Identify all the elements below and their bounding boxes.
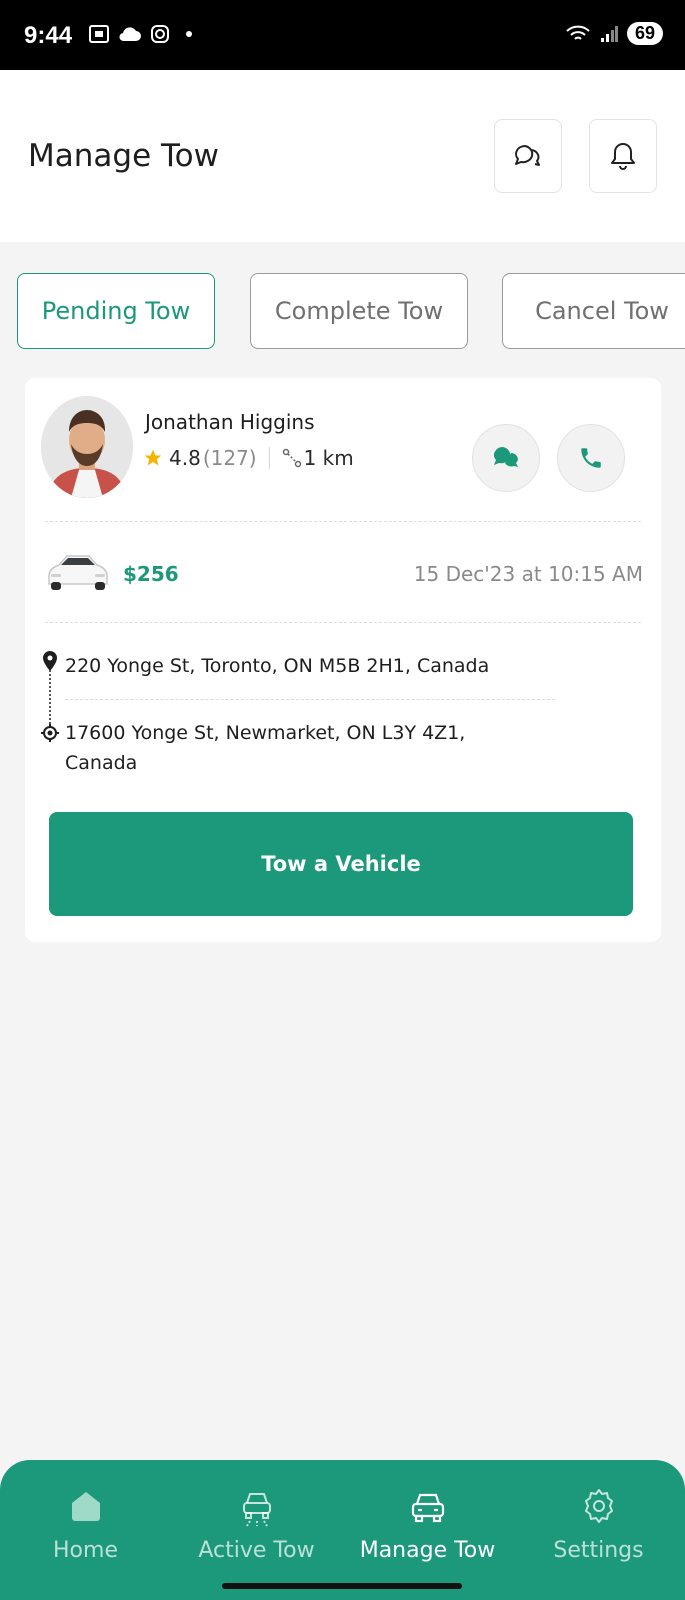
rating-value: 4.8	[169, 446, 201, 470]
divider	[268, 447, 270, 469]
notifications-button[interactable]	[589, 119, 657, 193]
dropoff-address: 17600 Yonge St, Newmarket, ON L3Y 4Z1, C…	[65, 718, 465, 778]
route-icon	[282, 448, 301, 468]
status-time: 9:44	[24, 22, 73, 49]
call-customer-button[interactable]	[557, 424, 625, 492]
dropoff-address-line1: 17600 Yonge St, Newmarket, ON L3Y 4Z1,	[65, 722, 466, 744]
rating-row: 4.8 (127) 1 km	[143, 446, 354, 470]
pickup-address: 220 Yonge St, Toronto, ON M5B 2H1, Canad…	[65, 655, 490, 677]
separator	[45, 521, 641, 522]
battery-indicator: 69	[626, 22, 663, 45]
tab-pending-tow[interactable]: Pending Tow	[17, 273, 215, 349]
notification-dot-icon	[186, 31, 192, 37]
tab-complete-tow[interactable]: Complete Tow	[250, 273, 468, 349]
customer-name: Jonathan Higgins	[145, 410, 315, 434]
car-image	[45, 548, 111, 596]
dropoff-address-line2: Canada	[65, 752, 138, 774]
tow-request-card: Jonathan Higgins 4.8 (127) 1 km $256 15 …	[25, 378, 661, 942]
status-bar: 9:44 69	[0, 0, 685, 70]
home-icon	[71, 1492, 100, 1521]
bottom-navigation: Home Active Tow Manage Tow Settings	[0, 1460, 685, 1600]
status-icons	[88, 24, 192, 44]
cloud-icon	[119, 27, 141, 42]
status-right: 69	[565, 22, 663, 45]
home-indicator[interactable]	[222, 1583, 462, 1589]
signal-icon	[600, 25, 618, 42]
nav-settings[interactable]: Settings	[513, 1484, 684, 1563]
page-title: Manage Tow	[28, 138, 219, 174]
nav-active-tow[interactable]: Active Tow	[171, 1484, 342, 1563]
screenshot-icon	[89, 25, 109, 43]
bell-icon	[611, 143, 635, 170]
route-line	[49, 670, 51, 728]
tow-truck-icon	[242, 1493, 271, 1527]
phone-icon	[581, 448, 601, 468]
message-customer-button[interactable]	[472, 424, 540, 492]
car-icon	[411, 1493, 444, 1523]
instagram-icon	[151, 25, 169, 43]
separator	[45, 622, 641, 623]
nav-manage-tow-label: Manage Tow	[359, 1538, 496, 1563]
star-icon	[144, 449, 162, 466]
destination-icon	[41, 724, 59, 742]
avatar	[41, 396, 133, 498]
nav-home-label: Home	[53, 1538, 118, 1563]
chat-button[interactable]	[494, 119, 562, 193]
distance: 1 km	[303, 446, 354, 470]
request-datetime: 15 Dec'23 at 10:15 AM	[413, 562, 643, 586]
tab-cancel-tow[interactable]: Cancel Tow	[502, 273, 685, 349]
separator	[65, 699, 555, 700]
gear-icon	[584, 1489, 613, 1523]
app-header: Manage Tow	[0, 70, 685, 242]
wifi-icon	[566, 25, 590, 40]
tow-vehicle-button[interactable]: Tow a Vehicle	[49, 812, 633, 916]
chat-bubbles-icon	[494, 447, 518, 467]
rating-count: (127)	[202, 446, 257, 470]
tow-price: $256	[123, 562, 179, 586]
nav-manage-tow[interactable]: Manage Tow	[342, 1484, 513, 1563]
nav-home[interactable]: Home	[0, 1484, 171, 1563]
location-pin-icon	[43, 651, 57, 671]
chat-icon	[515, 145, 540, 166]
nav-settings-label: Settings	[553, 1538, 644, 1563]
nav-active-tow-label: Active Tow	[198, 1538, 315, 1563]
